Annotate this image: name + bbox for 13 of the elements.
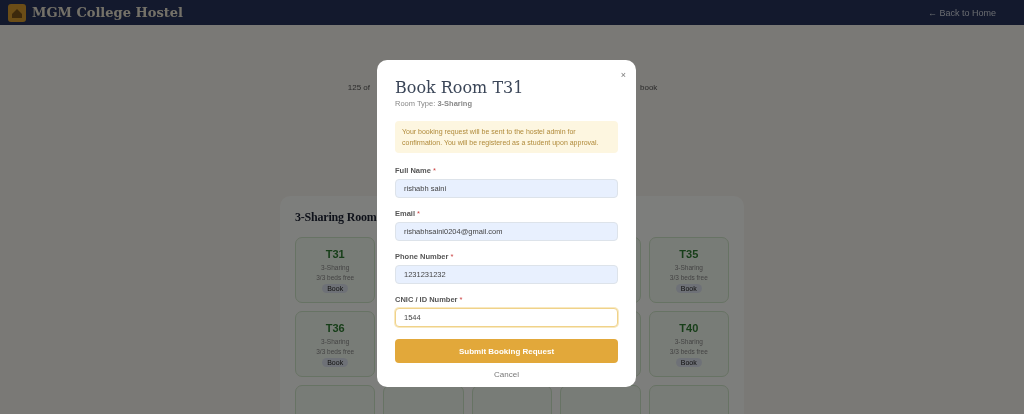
dialog-title: Book Room T31 — [395, 78, 525, 97]
room-code: T31 — [325, 248, 345, 260]
close-button[interactable]: × — [620, 70, 626, 80]
cancel-button[interactable]: Cancel — [488, 369, 525, 380]
subtitle-text: book — [640, 83, 659, 92]
subtitle-text: 125 of — [347, 83, 370, 92]
brand-name: MGM College Hostel — [32, 5, 183, 20]
room-code: T36 — [325, 322, 345, 334]
room-code: T35 — [679, 248, 699, 260]
room-code: T40 — [679, 322, 699, 334]
back-to-home-link[interactable]: ← Back to Home — [927, 7, 996, 18]
hostel-logo-icon — [8, 3, 26, 22]
section-title: 3-Sharing Room — [295, 210, 377, 225]
